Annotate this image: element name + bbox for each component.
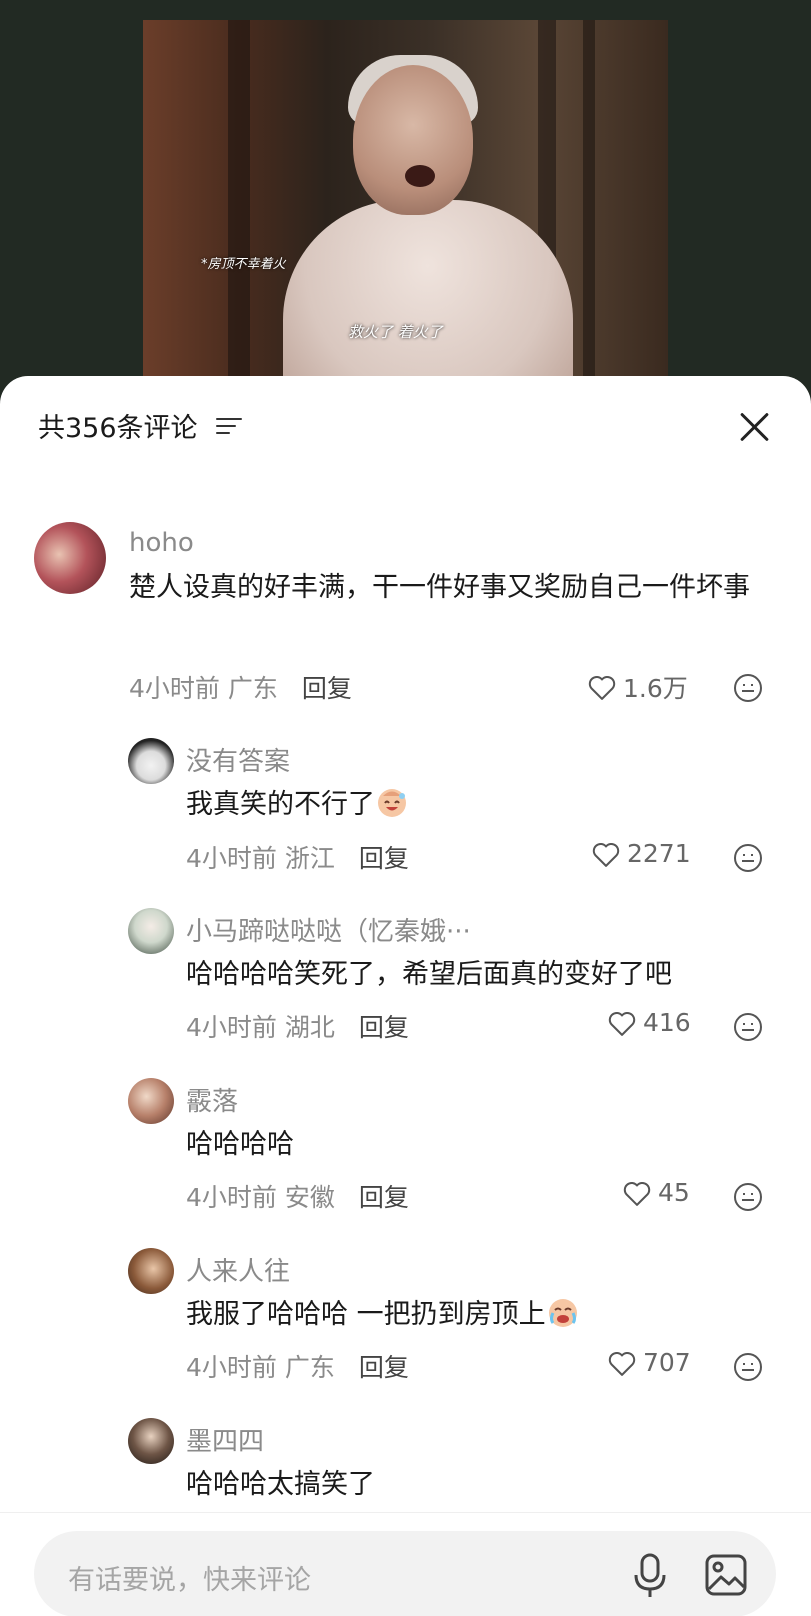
avatar[interactable]: [128, 908, 174, 954]
comment-time: 4小时前: [186, 844, 277, 873]
comments-count-title: 共356条评论: [38, 413, 198, 444]
comments-sheet: 共356条评论 hoho 楚人设真的好丰满，干一件好事又奖励自己一件坏事 4小时…: [0, 376, 811, 1616]
comment-text[interactable]: 我真笑的不行了: [186, 784, 409, 826]
emoji-react-icon[interactable]: [733, 1012, 763, 1042]
comment-username[interactable]: 墨四四: [186, 1421, 264, 1458]
like-count: 45: [658, 1178, 690, 1207]
video-background: *房顶不幸着火 救火了 着火了: [0, 0, 811, 400]
comment-meta: 4小时前 广东 回复: [186, 1348, 409, 1384]
image-icon[interactable]: [704, 1553, 748, 1597]
comment-input-placeholder: 有话要说，快来评论: [68, 1565, 311, 1596]
reply-button[interactable]: 回复: [359, 844, 409, 873]
comment-time: 4小时前: [186, 1013, 277, 1042]
laughing-face-emoji: [375, 785, 409, 819]
like-count: 707: [643, 1348, 691, 1377]
avatar[interactable]: [128, 1248, 174, 1294]
comment-text[interactable]: 哈哈哈哈: [186, 1124, 294, 1166]
comment-location: 安徽: [284, 1183, 335, 1212]
reply-button[interactable]: 回复: [302, 674, 352, 703]
comment-meta: 4小时前 安徽 回复: [186, 1178, 409, 1214]
comment-username[interactable]: 霰落: [186, 1081, 238, 1118]
comment-username[interactable]: 没有答案: [186, 741, 290, 778]
heart-icon: [588, 676, 616, 700]
reply-button[interactable]: 回复: [359, 1013, 409, 1042]
comment-text[interactable]: 哈哈哈哈笑死了，希望后面真的变好了吧: [186, 954, 786, 996]
emoji-react-icon[interactable]: [733, 843, 763, 873]
avatar[interactable]: [34, 522, 106, 594]
comment-input-bar: 有话要说，快来评论: [0, 1512, 811, 1616]
like-button[interactable]: 416: [607, 1008, 691, 1037]
comment-time: 4小时前: [186, 1353, 277, 1382]
emoji-react-icon[interactable]: [733, 1352, 763, 1382]
comment-username[interactable]: 小马蹄哒哒哒（忆秦娥···: [186, 911, 471, 948]
comment-text[interactable]: 楚人设真的好丰满，干一件好事又奖励自己一件坏事: [129, 567, 769, 609]
video-subtitle-top: *房顶不幸着火: [201, 257, 286, 272]
close-icon[interactable]: [737, 410, 771, 444]
heart-icon: [608, 1351, 636, 1376]
comment-location: 浙江: [284, 844, 335, 873]
comment-time: 4小时前: [186, 1183, 277, 1212]
microphone-icon[interactable]: [630, 1551, 670, 1599]
like-count: 416: [643, 1008, 691, 1037]
crying-laughing-emoji: [546, 1295, 580, 1329]
heart-icon: [592, 842, 620, 867]
comment-location: 湖北: [284, 1013, 335, 1042]
comment-location: 广东: [284, 1353, 335, 1382]
like-count: 2271: [627, 839, 691, 868]
comment-meta: 4小时前 浙江 回复: [186, 839, 409, 875]
heart-icon: [608, 1011, 636, 1036]
comment-meta: 4小时前 湖北 回复: [186, 1008, 409, 1044]
comment-time: 4小时前: [129, 674, 220, 703]
like-button[interactable]: 45: [622, 1178, 690, 1207]
emoji-react-icon[interactable]: [733, 1182, 763, 1212]
comments-header: 共356条评论: [38, 406, 242, 445]
avatar[interactable]: [128, 1078, 174, 1124]
video-figure: [283, 200, 573, 400]
comment-text[interactable]: 哈哈哈太搞笑了: [186, 1464, 375, 1506]
avatar[interactable]: [128, 738, 174, 784]
like-button[interactable]: 1.6万: [587, 669, 688, 705]
comment-username[interactable]: 人来人往: [186, 1251, 290, 1288]
comment-meta: 4小时前 广东 回复: [129, 669, 352, 705]
like-count: 1.6万: [623, 674, 688, 703]
heart-icon: [623, 1181, 651, 1206]
comment-input[interactable]: 有话要说，快来评论: [34, 1531, 776, 1616]
comment-location: 广东: [227, 674, 278, 703]
like-button[interactable]: 707: [607, 1348, 691, 1377]
video-player[interactable]: *房顶不幸着火 救火了 着火了: [143, 20, 668, 400]
reply-button[interactable]: 回复: [359, 1353, 409, 1382]
filter-icon[interactable]: [215, 415, 242, 437]
like-button[interactable]: 2271: [591, 839, 691, 868]
avatar[interactable]: [128, 1418, 174, 1464]
emoji-react-icon[interactable]: [733, 673, 763, 703]
reply-button[interactable]: 回复: [359, 1183, 409, 1212]
video-subtitle-bottom: 救火了 着火了: [348, 323, 443, 341]
comment-text[interactable]: 我服了哈哈哈 一把扔到房顶上: [186, 1294, 580, 1336]
comment-username[interactable]: hoho: [129, 528, 194, 558]
